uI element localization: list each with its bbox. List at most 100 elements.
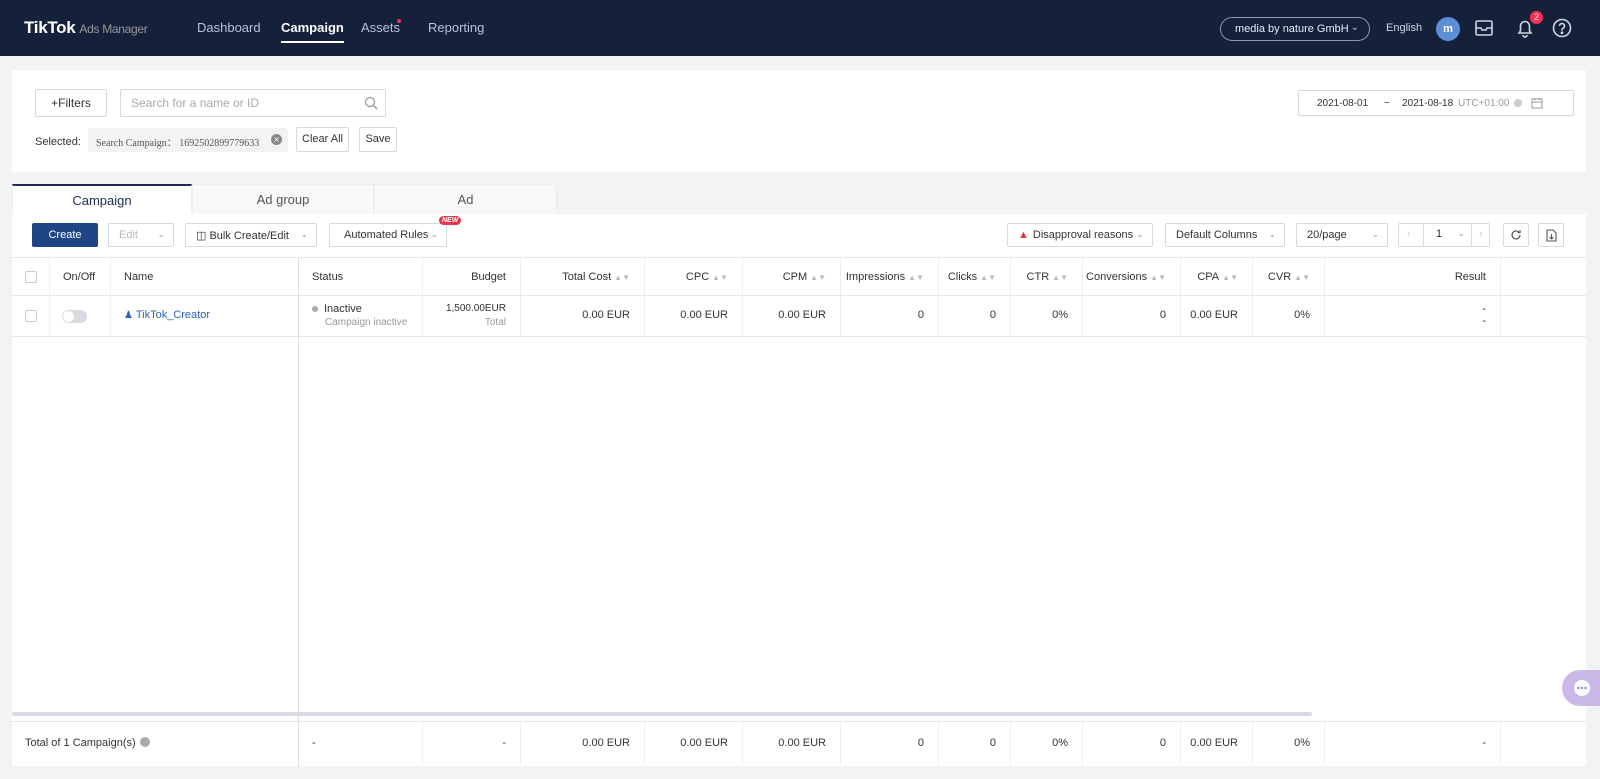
col-cpm[interactable]: CPM ▲▼ <box>743 258 841 295</box>
footer-clicks: 0 <box>989 737 996 749</box>
info-icon <box>139 737 150 747</box>
horizontal-scrollbar[interactable] <box>12 712 1312 716</box>
cvr-value: 0% <box>1294 309 1310 321</box>
footer-status-cell: - <box>299 722 423 764</box>
status-text: Inactive <box>324 303 362 315</box>
campaign-table: On/Off Name Status Budget Total Cost ▲▼ C… <box>12 257 1586 767</box>
top-nav-bar: TikTok Ads Manager Dashboard Campaign Ass… <box>0 0 1600 56</box>
sort-icon: ▲▼ <box>614 273 630 282</box>
row-cpc-cell: 0.00 EUR <box>645 296 743 336</box>
search-input[interactable] <box>131 90 351 116</box>
tiktok-logo[interactable]: TikTok Ads Manager <box>24 18 148 38</box>
result-subvalue: - <box>1482 315 1486 327</box>
col-cvr[interactable]: CVR ▲▼ <box>1253 258 1325 295</box>
col-budget[interactable]: Budget <box>423 258 521 295</box>
cpa-value: 0.00 EUR <box>1190 309 1238 321</box>
disapproval-label: Disapproval reasons <box>1032 229 1134 241</box>
inbox-icon[interactable] <box>1473 17 1497 41</box>
avatar[interactable]: m <box>1436 17 1460 41</box>
page-select[interactable]: 1 ⌄ <box>1423 223 1472 247</box>
date-range-picker[interactable]: 2021-08-01 ~ 2021-08-18 UTC+01:00 <box>1298 90 1574 116</box>
col-cvr-label: CVR <box>1267 271 1292 283</box>
tab-ad-group[interactable]: Ad group <box>192 184 374 214</box>
chat-support-icon[interactable] <box>1562 670 1600 706</box>
bulk-edit-icon: ◫ <box>196 230 207 242</box>
col-clicks[interactable]: Clicks ▲▼ <box>939 258 1011 295</box>
footer-impressions: 0 <box>917 737 924 749</box>
table-row[interactable]: ♟ TikTok_Creator Inactive Campaign inact… <box>12 296 1586 337</box>
row-checkbox[interactable] <box>25 310 37 322</box>
status-dot <box>312 306 318 312</box>
help-icon[interactable] <box>1551 17 1575 41</box>
footer-label-cell: Total of 1 Campaign(s) <box>12 722 298 764</box>
cpc-value: 0.00 EUR <box>680 309 728 321</box>
page-size-label: 20/page <box>1307 229 1347 241</box>
nav-reporting[interactable]: Reporting <box>428 20 484 35</box>
timezone: UTC+01:00 <box>1458 98 1510 109</box>
bulk-create-edit-button[interactable]: ◫ Bulk Create/Edit ⌄ <box>185 223 317 247</box>
result-value: - <box>1482 303 1486 315</box>
footer-impressions-cell: 0 <box>841 722 939 764</box>
edit-button[interactable]: Edit ⌄ <box>108 223 174 247</box>
export-button[interactable] <box>1538 223 1564 247</box>
col-conversions[interactable]: Conversions ▲▼ <box>1083 258 1181 295</box>
tab-ad[interactable]: Ad <box>374 184 557 214</box>
filters-button[interactable]: +Filters <box>35 89 107 117</box>
col-total-cost[interactable]: Total Cost ▲▼ <box>521 258 645 295</box>
close-icon[interactable]: × <box>271 134 282 145</box>
row-select-cell <box>12 296 50 336</box>
chevron-left-icon[interactable]: ‹ <box>1407 228 1411 240</box>
status-subtext: Campaign inactive <box>325 317 408 328</box>
create-button[interactable]: Create <box>32 223 98 247</box>
footer-result-cell: - <box>1325 722 1501 764</box>
date-start: 2021-08-01 <box>1317 98 1369 109</box>
col-cpa-label: CPA <box>1197 271 1220 283</box>
col-status-label: Status <box>312 271 344 283</box>
columns-select[interactable]: Default Columns ⌄ <box>1165 223 1285 247</box>
notification-badge: 2 <box>1530 11 1543 24</box>
date-end: 2021-08-18 <box>1402 98 1454 109</box>
campaign-name-link[interactable]: TikTok_Creator <box>136 309 210 321</box>
sort-icon: ▲▼ <box>1150 273 1166 282</box>
ctr-value: 0% <box>1052 309 1068 321</box>
col-name-label: Name <box>124 271 154 283</box>
footer-cvr: 0% <box>1294 737 1310 749</box>
page-size-select[interactable]: 20/page ⌄ <box>1296 223 1388 247</box>
row-conversions-cell: 0 <box>1083 296 1181 336</box>
footer-cpm: 0.00 EUR <box>778 737 826 749</box>
col-cpa[interactable]: CPA ▲▼ <box>1181 258 1253 295</box>
account-selector[interactable]: media by nature GmbH ⌄ <box>1220 17 1370 41</box>
rules-label: Automated Rules <box>344 229 429 241</box>
footer-cpc-cell: 0.00 EUR <box>645 722 743 764</box>
col-cpc[interactable]: CPC ▲▼ <box>645 258 743 295</box>
automated-rules-button[interactable]: Automated Rules ⌄ <box>329 223 447 247</box>
col-clicks-label: Clicks <box>947 271 978 283</box>
disapproval-reasons-button[interactable]: ▲ Disapproval reasons ⌄ <box>1007 223 1153 247</box>
sort-icon: ▲▼ <box>712 273 728 282</box>
search-icon[interactable] <box>364 96 378 110</box>
bulk-label: Bulk Create/Edit <box>209 230 289 242</box>
select-all-checkbox[interactable] <box>25 271 37 283</box>
selected-label: Selected: <box>35 136 81 148</box>
save-button[interactable]: Save <box>359 127 397 152</box>
nav-dashboard[interactable]: Dashboard <box>197 20 261 35</box>
tab-campaign[interactable]: Campaign <box>12 184 192 214</box>
budget-value: 1,500.00EUR <box>445 303 506 314</box>
chevron-right-icon[interactable]: › <box>1479 228 1483 240</box>
sort-icon: ▲▼ <box>1222 273 1238 282</box>
nav-assets[interactable]: Assets <box>361 20 400 35</box>
clicks-value: 0 <box>989 309 996 321</box>
clear-all-button[interactable]: Clear All <box>296 127 349 152</box>
campaign-toggle[interactable] <box>62 310 87 323</box>
cpm-value: 0.00 EUR <box>778 309 826 321</box>
footer-total-cost: 0.00 EUR <box>582 737 630 749</box>
chevron-down-icon: ⌄ <box>430 229 438 239</box>
table-footer: Total of 1 Campaign(s) - - 0.00 EUR 0.00… <box>12 721 1586 764</box>
col-impressions[interactable]: Impressions ▲▼ <box>841 258 939 295</box>
refresh-button[interactable] <box>1503 223 1529 247</box>
language-selector[interactable]: English <box>1386 22 1422 34</box>
col-result-label: Result <box>1454 271 1486 283</box>
col-ctr[interactable]: CTR ▲▼ <box>1011 258 1083 295</box>
filter-chip-text: Search Campaign： 1692502899779633 <box>96 138 260 149</box>
nav-campaign[interactable]: Campaign <box>281 20 344 43</box>
